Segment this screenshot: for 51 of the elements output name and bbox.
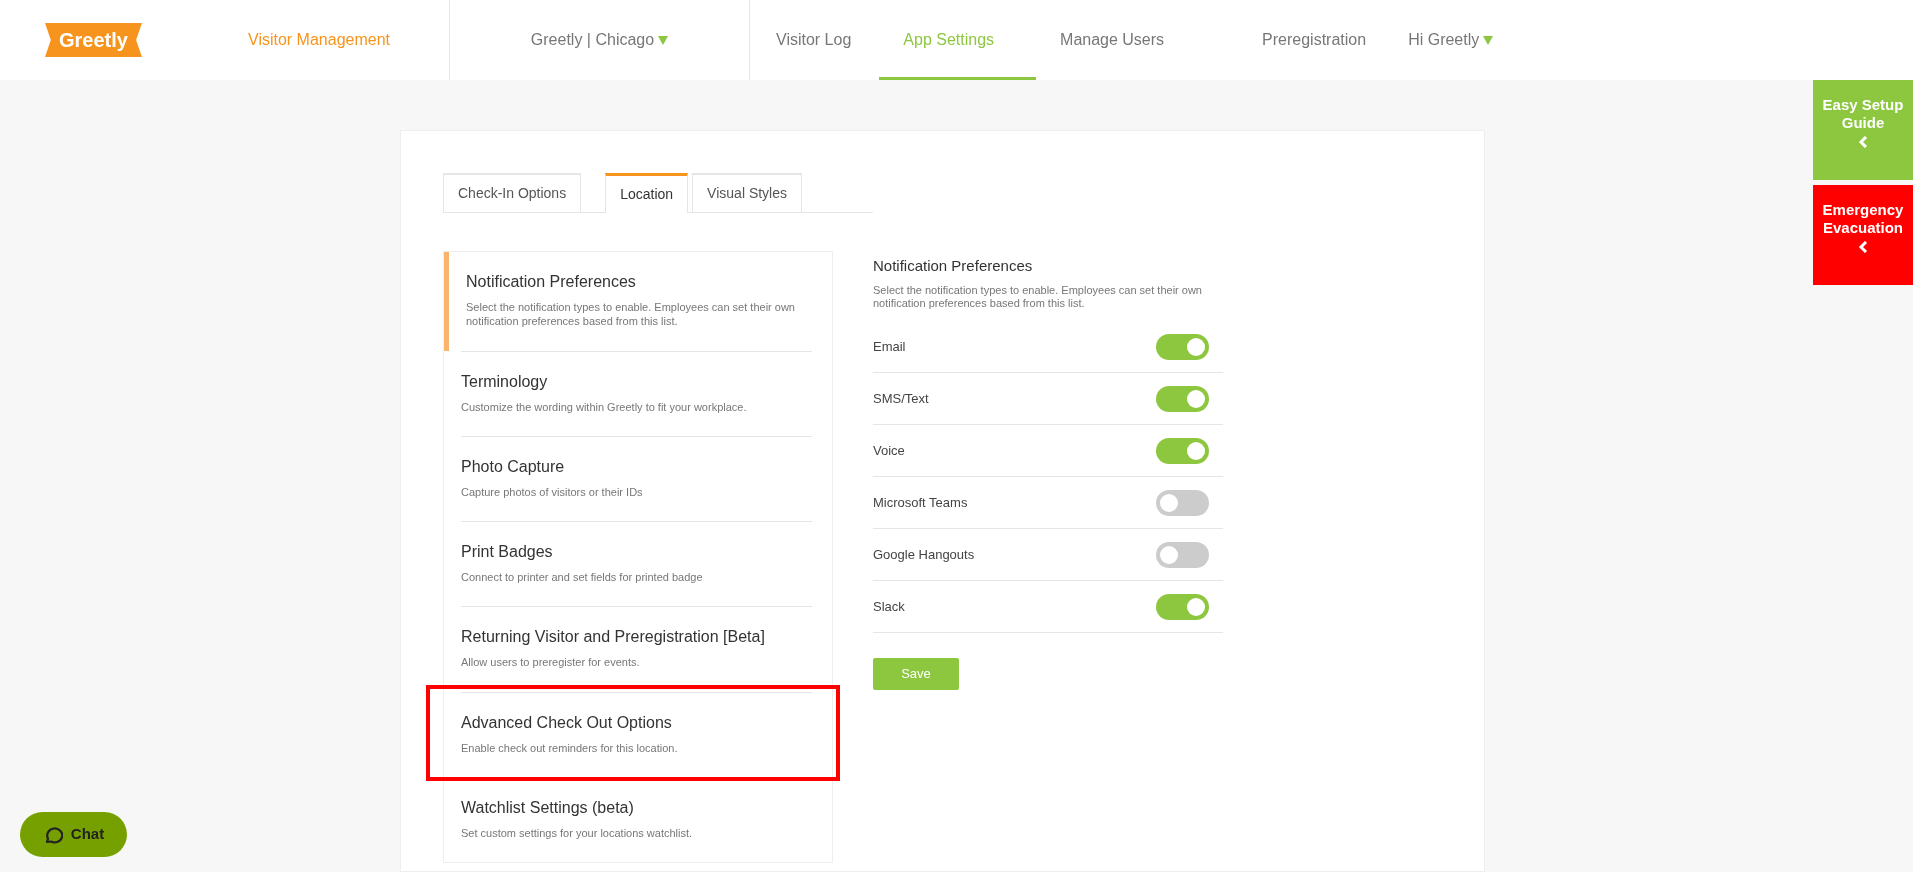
settings-list-item[interactable]: Photo Capture Capture photos of visitors or their IDs (444, 436, 832, 522)
item-title: Terminology (461, 371, 549, 392)
chat-button[interactable]: Chat (20, 812, 127, 857)
item-title: Photo Capture (461, 456, 566, 477)
toggle-switch[interactable] (1156, 489, 1209, 516)
item-description: Connect to printer and set fields for printed badge (461, 570, 704, 585)
nav-link[interactable]: Visitor Log (752, 0, 880, 80)
item-title: Print Badges (461, 542, 554, 563)
settings-list-item[interactable]: Watchlist Settings (beta) Set custom settings for your locations watchlist. (444, 778, 832, 863)
settings-list-item[interactable]: Print Badges Connect to printer and set fields for printed badge (444, 522, 832, 607)
toggle-switch[interactable] (1156, 541, 1209, 568)
item-description: Set custom settings for your locations watchlist. (461, 826, 694, 841)
tab[interactable]: Location (605, 173, 689, 213)
toggle-switch[interactable] (1156, 437, 1209, 464)
item-title: Advanced Check Out Options (461, 712, 673, 733)
settings-list-item[interactable]: Returning Visitor and Preregistration [Beta] Allow users to preregister for events. (444, 607, 832, 692)
user-menu[interactable]: Hi Greetly (1408, 0, 1518, 80)
item-title: Watchlist Settings (beta) (461, 798, 635, 819)
option-label: SMS/Text (873, 389, 929, 408)
settings-list-item[interactable]: Notification Preferences Select the notification types to enable. Employees can set their own notification preferences based from this list. (444, 252, 832, 351)
option-label: Microsoft Teams (873, 493, 968, 512)
item-description: Allow users to preregister for events. (461, 655, 641, 670)
evacuation-button[interactable]: Emergency Evacuation (1813, 185, 1913, 285)
toggle-switch[interactable] (1156, 593, 1209, 620)
tab[interactable]: Check-In Options (443, 173, 582, 212)
settings-list-item[interactable]: Terminology Customize the wording within Greetly to fit your workplace. (444, 351, 832, 436)
caret-icon (1483, 35, 1494, 45)
item-title: Notification Preferences (466, 272, 637, 292)
item-title: Returning Visitor and Preregistration [Beta] (461, 627, 766, 648)
tab[interactable]: Visual Styles (692, 173, 802, 212)
toggle-switch[interactable] (1156, 333, 1209, 360)
panel-description: Select the notification types to enable. Employees can set their own notification preferences based from this list. (873, 283, 1203, 311)
caret-icon (658, 35, 669, 45)
item-description: Capture photos of visitors or their IDs (461, 484, 644, 500)
chevron-left-icon (1858, 136, 1868, 149)
toggle-switch[interactable] (1156, 385, 1209, 412)
option-label: Slack (873, 597, 905, 616)
option-label: Google Hangouts (873, 545, 975, 564)
item-description: Customize the wording within Greetly to fit your workplace. (461, 399, 748, 414)
option-label: Voice (873, 441, 905, 460)
chevron-left-icon (1858, 241, 1868, 254)
nav-link[interactable]: Manage Users (1036, 0, 1239, 80)
button-label: Emergency Evacuation (1821, 201, 1905, 237)
item-description: Enable check out reminders for this location. (461, 740, 679, 756)
panel-title: Notification Preferences (873, 256, 1034, 276)
nav-link[interactable]: Preregistration (1238, 0, 1409, 80)
settings-list-item[interactable]: Advanced Check Out Options Enable check out reminders for this location. (444, 692, 832, 778)
location-dropdown[interactable]: Greetly | Chicago (530, 28, 669, 52)
button-label: Easy Setup Guide (1821, 96, 1905, 132)
option-label: Email (873, 337, 906, 356)
item-description: Select the notification types to enable. Employees can set their own notification preferences based from this list. (466, 300, 796, 329)
